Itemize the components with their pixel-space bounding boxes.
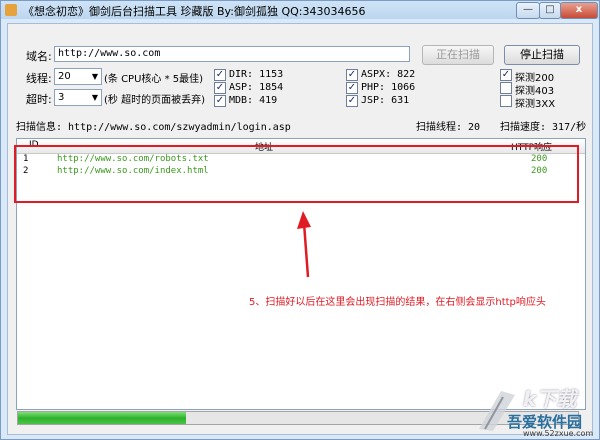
app-icon: [5, 4, 17, 16]
probe-3xx-label: 探测3XX: [515, 99, 556, 110]
dict-php-label: PHP: 1066: [361, 82, 416, 93]
scanning-button[interactable]: 正在扫描: [422, 45, 494, 65]
watermark-domain: www.52zxue.com: [523, 429, 594, 438]
window-title: 《想念初恋》御剑后台扫描工具 珍藏版 By:御剑孤独 QQ:343034656: [23, 5, 366, 18]
scan-speed: 扫描速度: 317/秒: [500, 122, 587, 133]
threads-value: 20: [58, 71, 71, 82]
watermark-brand: k下载: [523, 387, 577, 411]
dict-dir-checkbox[interactable]: ✓: [214, 69, 226, 81]
chevron-down-icon: ▼: [91, 72, 98, 81]
probe-3xx-checkbox[interactable]: [500, 95, 512, 107]
threads-select[interactable]: 20 ▼: [54, 68, 102, 85]
dict-php-checkbox[interactable]: ✓: [346, 82, 358, 94]
maximize-button[interactable]: □: [539, 2, 561, 19]
probe-200-checkbox[interactable]: ✓: [500, 69, 512, 81]
domain-input[interactable]: http://www.so.com: [54, 46, 410, 62]
scan-threads: 扫描线程: 20: [416, 122, 481, 133]
scan-progress-fill: [18, 412, 186, 424]
timeout-select[interactable]: 3 ▼: [54, 89, 102, 106]
dict-asp-checkbox[interactable]: ✓: [214, 82, 226, 94]
app-window: 《想念初恋》御剑后台扫描工具 珍藏版 By:御剑孤独 QQ:343034656 …: [0, 0, 600, 440]
timeout-value: 3: [58, 92, 65, 103]
dict-mdb-checkbox[interactable]: ✓: [214, 95, 226, 107]
stop-scan-button[interactable]: 停止扫描: [504, 45, 580, 65]
threads-label: 线程:: [26, 72, 52, 85]
dict-aspx-checkbox[interactable]: ✓: [346, 69, 358, 81]
arrow-up-icon: [297, 211, 311, 278]
threads-hint: (条 CPU核心 * 5最佳): [104, 74, 204, 85]
timeout-label: 超时:: [26, 93, 52, 106]
domain-label: 域名:: [26, 50, 52, 63]
probe-403-checkbox[interactable]: [500, 82, 512, 94]
dict-aspx-label: ASPX: 822: [361, 69, 416, 80]
scan-info: 扫描信息: http://www.so.com/szwyadmin/login.…: [16, 122, 291, 133]
dict-mdb-label: MDB: 419: [229, 95, 278, 106]
timeout-hint: (秒 超时的页面被丢弃): [104, 95, 205, 106]
annotation-text: 5、扫描好以后在这里会出现扫描的结果，在右侧会显示http响应头: [249, 297, 546, 308]
title-bar[interactable]: 《想念初恋》御剑后台扫描工具 珍藏版 By:御剑孤独 QQ:343034656 …: [1, 1, 599, 19]
chevron-down-icon: ▼: [91, 93, 98, 102]
close-button[interactable]: x: [560, 2, 598, 19]
dict-dir-label: DIR: 1153: [229, 69, 284, 80]
dict-asp-label: ASP: 1854: [229, 82, 284, 93]
highlight-box: [14, 145, 579, 203]
dict-jsp-label: JSP: 631: [361, 95, 410, 106]
minimize-button[interactable]: —: [516, 2, 540, 19]
dict-jsp-checkbox[interactable]: ✓: [346, 95, 358, 107]
watermark: k下载 吾爱软件园 www.52zxue.com: [471, 379, 599, 438]
